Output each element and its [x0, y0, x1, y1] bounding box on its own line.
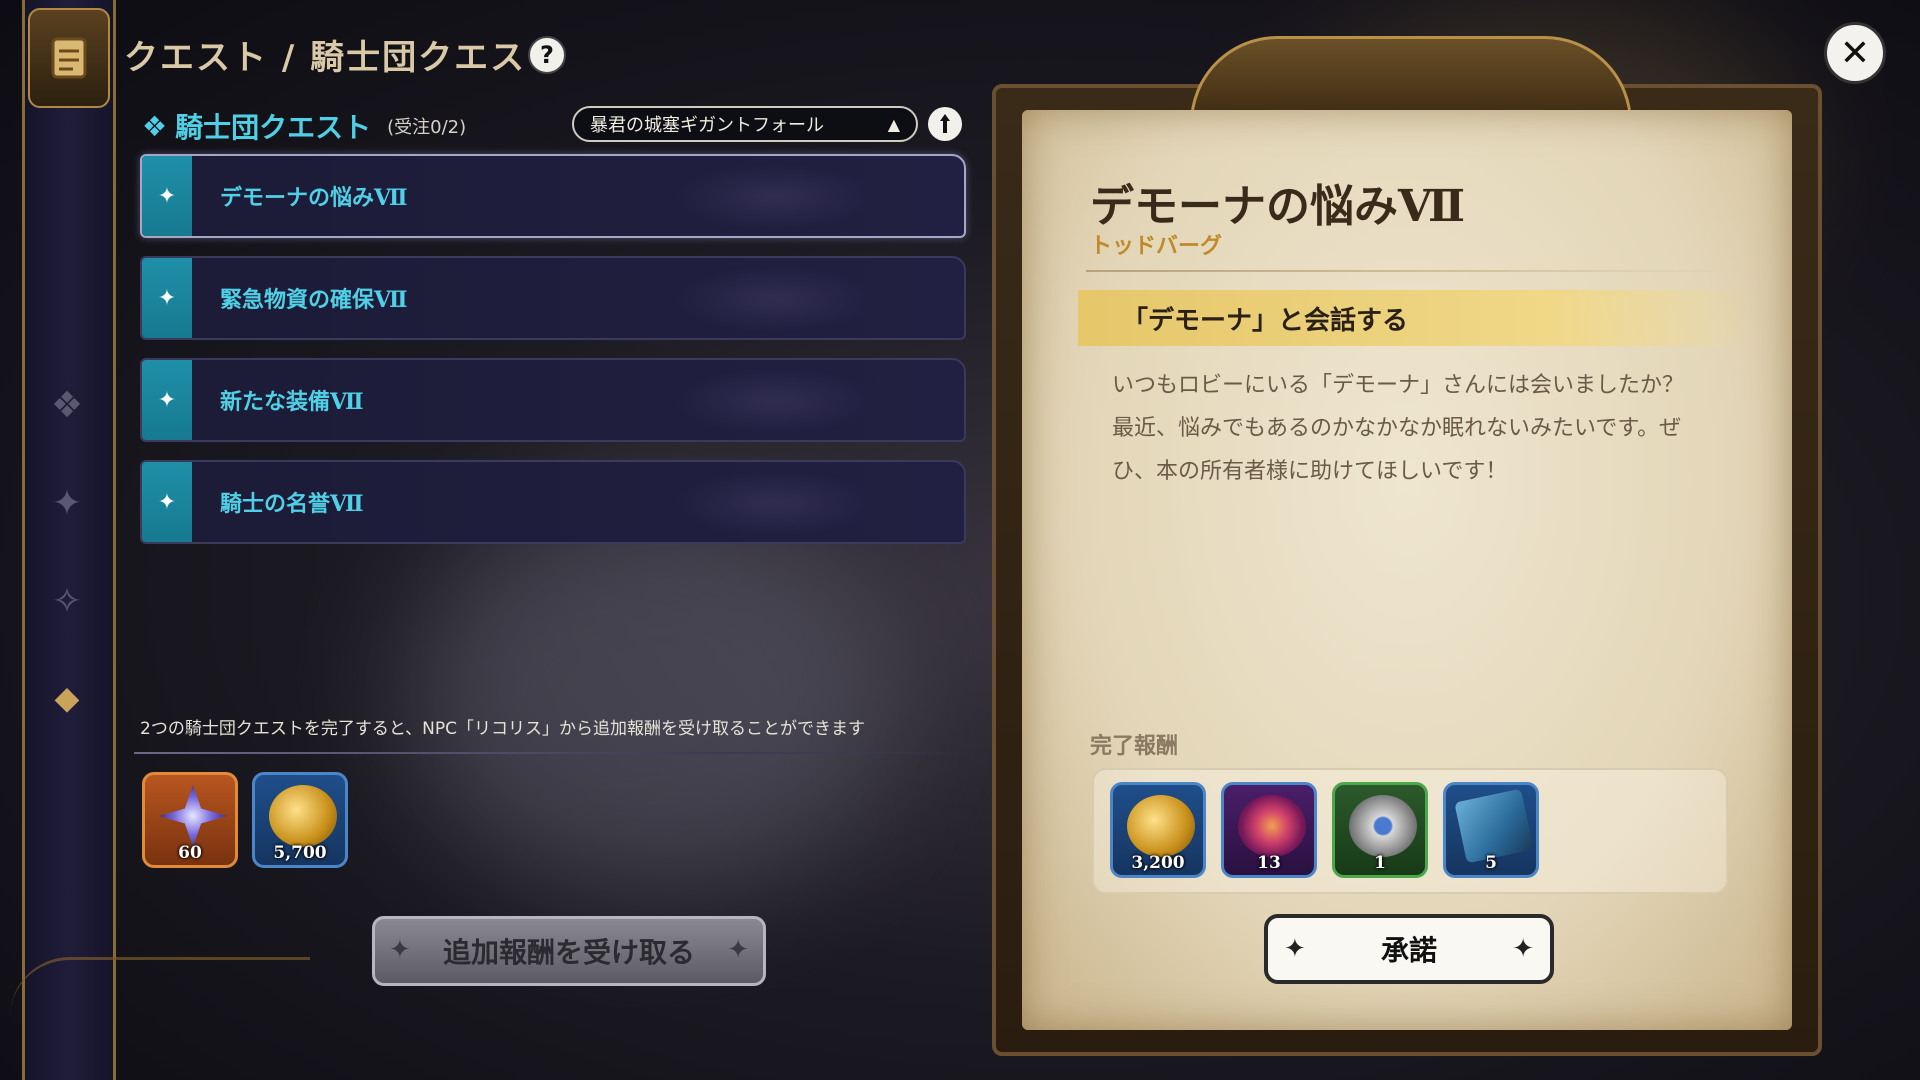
quest-item-honor[interactable]: ✦ 騎士の名誉Ⅶ [140, 460, 966, 544]
star-icon: ✦ [142, 360, 192, 440]
rail-ornament [10, 957, 310, 1080]
side-rail [22, 0, 116, 1080]
quest-item-equipment[interactable]: ✦ 新たな装備Ⅶ [140, 358, 966, 442]
quest-detail-title: デモーナの悩みⅦ [1090, 181, 1466, 232]
quest-location: トッドバーグ [1090, 234, 1223, 259]
section-header: ❖ 騎士団クエスト (受注0/2) [142, 106, 466, 146]
quest-label: 新たな装備Ⅶ [220, 389, 364, 415]
quest-ornament [674, 164, 874, 230]
star-icon: ✦ [1512, 934, 1534, 964]
star-icon: ✦ [142, 462, 192, 542]
silver-emblem-icon [1349, 795, 1417, 857]
gold-coins-icon [1127, 795, 1195, 857]
reward-qty: 5 [1485, 853, 1497, 873]
star-icon: ✦ [727, 935, 749, 965]
rewards-label: 完了報酬 [1090, 734, 1179, 759]
page-title: クエスト / 騎士団クエスト [124, 38, 563, 78]
help-icon[interactable]: ? [528, 36, 566, 74]
reward-gold[interactable]: 3,200 [1110, 782, 1206, 878]
quest-list: ✦ デモーナの悩みⅦ ✦ 緊急物資の確保Ⅶ ✦ 新たな装備Ⅶ ✦ 騎士の名誉Ⅶ [140, 154, 966, 562]
reward-blue-book[interactable]: 5 [1443, 782, 1539, 878]
rail-diamonds-icon[interactable]: ❖ [40, 378, 94, 432]
star-icon: ✦ [142, 258, 192, 338]
section-title: 騎士団クエスト [175, 111, 372, 144]
reward-qty: 13 [1257, 853, 1281, 873]
swirl-orb-icon [1238, 795, 1306, 857]
accept-label: 承諾 [1380, 934, 1437, 967]
rail-book-icon[interactable]: ✦ [40, 476, 94, 530]
scroll-icon [51, 37, 87, 79]
bonus-reward-crystal[interactable]: 60 [142, 772, 238, 868]
quest-description: いつもロビーにいる「デモーナ」さんには会いましたか？ 最近、悩みでもあるのかなか… [1112, 364, 1702, 493]
divider [134, 752, 974, 754]
reward-silver-emblem[interactable]: 1 [1332, 782, 1428, 878]
gold-coins-icon [269, 785, 337, 847]
area-dropdown-value: 暴君の城塞ギガントフォール [590, 115, 824, 136]
reward-qty: 5,700 [273, 843, 327, 863]
star-icon: ✦ [389, 935, 411, 965]
reward-qty: 3,200 [1131, 853, 1185, 873]
quest-item-demona[interactable]: ✦ デモーナの悩みⅦ [140, 154, 966, 238]
close-icon[interactable]: ✕ [1824, 22, 1886, 84]
claim-bonus-button[interactable]: ✦ 追加報酬を受け取る ✦ [372, 916, 766, 986]
bonus-reward-gold[interactable]: 5,700 [252, 772, 348, 868]
description-line: 最近、悩みでもあるのかなかなか眠れないみたいです。ぜひ、本の所有者様に助けてほし… [1112, 416, 1682, 484]
quest-label: デモーナの悩みⅦ [220, 185, 408, 211]
reward-qty: 60 [178, 843, 202, 863]
scroll-menu-button[interactable] [28, 8, 110, 108]
quest-ornament [674, 368, 874, 434]
claim-bonus-label: 追加報酬を受け取る [442, 936, 695, 969]
pin-icon [940, 114, 950, 133]
area-dropdown[interactable]: 暴君の城塞ギガントフォール ▲ [572, 106, 918, 142]
accept-button[interactable]: ✦ 承諾 ✦ [1264, 914, 1554, 984]
crystal-star-icon [159, 785, 227, 847]
quest-label: 緊急物資の確保Ⅶ [220, 287, 408, 313]
reward-swirl-orb[interactable]: 13 [1221, 782, 1317, 878]
quest-item-supplies[interactable]: ✦ 緊急物資の確保Ⅶ [140, 256, 966, 340]
knight-crest-icon: ❖ [142, 109, 168, 143]
divider [1086, 270, 1746, 272]
description-line: いつもロビーにいる「デモーナ」さんには会いましたか？ [1112, 373, 1685, 398]
bonus-info-text: 2つの騎士団クエストを完了すると、NPC「リコリス」から追加報酬を受け取ることが… [140, 719, 865, 739]
quest-ornament [674, 266, 874, 332]
quest-ornament [674, 470, 874, 536]
triangle-up-icon: ▲ [887, 114, 900, 134]
rail-compass-icon[interactable]: ✧ [40, 574, 94, 628]
location-pin-button[interactable] [928, 107, 962, 141]
star-icon: ✦ [142, 156, 192, 236]
quest-objective: 「デモーナ」と会話する [1078, 290, 1758, 346]
accepted-count: (受注0/2) [387, 117, 467, 138]
quest-label: 騎士の名誉Ⅶ [220, 491, 364, 517]
reward-qty: 1 [1374, 853, 1386, 873]
star-icon: ✦ [1284, 934, 1306, 964]
rail-knight-crest-icon[interactable]: ⬥ [40, 672, 94, 726]
